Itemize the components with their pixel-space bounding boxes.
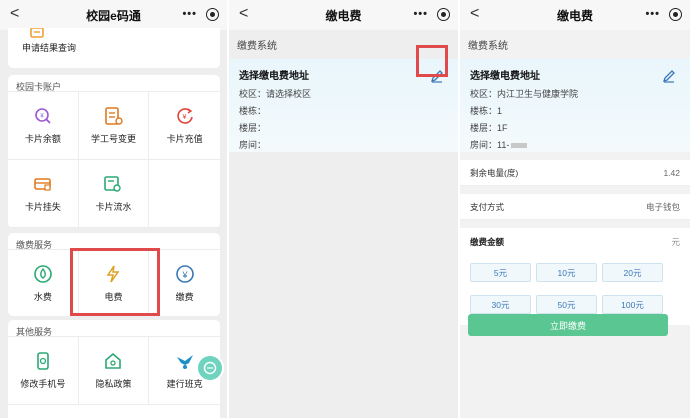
highlight-box [416, 45, 448, 77]
more-icon[interactable]: ••• [182, 8, 197, 20]
privacy-policy-item[interactable]: 隐私政策 [78, 337, 150, 405]
card-lock-icon [34, 178, 51, 191]
payment-method-value: 电子钱包 [645, 201, 680, 212]
amount-option[interactable]: 5元 [470, 263, 531, 282]
bird-icon [176, 355, 193, 369]
address-title: 选择缴电费地址 [470, 71, 540, 82]
page-title: 缴电费 [325, 8, 362, 23]
customer-service-float-icon[interactable] [196, 354, 224, 382]
nav-bar: < 缴电费 ••• [229, 0, 458, 30]
building-field[interactable]: 楼栋：1 [470, 103, 680, 120]
yuan-coin-icon: ¥ [175, 264, 194, 283]
amount-unit: 元 [671, 237, 680, 247]
card-report-loss-item[interactable]: 卡片挂失 [8, 160, 79, 228]
campus-app-panel: < 校园e码通 ••• 申请结果查询 校园卡账户 ¥ 卡片余额 学工号变更 ¥ … [0, 0, 227, 418]
nav-bar: < 校园e码通 ••• [0, 0, 227, 30]
electricity-select-panel: < 缴电费 ••• 缴费系统 选择缴电费地址 校区：请选择校区 楼栋： 楼层： … [229, 0, 458, 418]
room-field[interactable]: 房间： [239, 137, 448, 154]
close-mini-program-icon[interactable] [437, 8, 450, 21]
amount-option[interactable]: 100元 [602, 295, 663, 314]
recharge-icon: ¥ [177, 108, 193, 124]
back-icon[interactable]: < [239, 5, 248, 23]
empty-cell [149, 160, 220, 228]
svg-text:¥: ¥ [182, 114, 186, 121]
close-mini-program-icon[interactable] [669, 8, 682, 21]
svg-text:¥: ¥ [181, 270, 188, 280]
flow-search-icon [104, 176, 122, 192]
water-drop-icon [34, 264, 52, 283]
apply-result-item[interactable]: 申请结果查询 [8, 28, 220, 54]
amount-option[interactable]: 30元 [470, 295, 531, 314]
amount-option[interactable]: 10元 [536, 263, 597, 282]
close-mini-program-icon[interactable] [206, 8, 219, 21]
headset-icon [203, 361, 217, 375]
nav-bar: < 缴电费 ••• [460, 0, 690, 30]
electricity-pay-panel: < 缴电费 ••• 缴费系统 选择缴电费地址 校区：内江卫生与健康学院 楼栋：1… [460, 0, 690, 418]
campus-field[interactable]: 校区：内江卫生与健康学院 [470, 86, 680, 103]
room-field[interactable]: 房间：11- [470, 137, 680, 154]
campus-field[interactable]: 校区：请选择校区 [239, 86, 448, 103]
floor-field[interactable]: 楼层：1F [470, 120, 680, 137]
student-id-change-item[interactable]: 学工号变更 [78, 92, 150, 160]
address-card[interactable]: 选择缴电费地址 校区：内江卫生与健康学院 楼栋：1 楼层：1F 房间：11- [460, 59, 690, 152]
pay-now-button[interactable]: 立即缴费 [468, 314, 668, 336]
amount-option[interactable]: 20元 [602, 263, 663, 282]
water-fee-item[interactable]: 水费 [8, 250, 79, 316]
apply-result-label: 申请结果查询 [22, 43, 77, 53]
remaining-power-row: 剩余电量(度) 1.42 [460, 160, 690, 186]
change-phone-item[interactable]: 修改手机号 [8, 337, 79, 405]
highlight-box [70, 248, 160, 316]
more-icon[interactable]: ••• [645, 8, 660, 20]
building-field[interactable]: 楼栋： [239, 103, 448, 120]
more-icon[interactable]: ••• [413, 8, 428, 20]
amount-title-row: 缴费金额 元 [460, 228, 690, 256]
amount-option[interactable]: 50元 [536, 295, 597, 314]
section-title: 其他服务 [8, 320, 220, 337]
other-services-section: 其他服务 修改手机号 隐私政策 建行班克 [8, 320, 220, 418]
card-balance-item[interactable]: ¥ 卡片余额 [8, 92, 79, 160]
remaining-power-value: 1.42 [663, 167, 680, 178]
svg-text:¥: ¥ [40, 114, 44, 120]
card-account-section: 校园卡账户 ¥ 卡片余额 学工号变更 ¥ 卡片充值 卡片挂失 卡片流水 [8, 75, 220, 228]
floor-field[interactable]: 楼层： [239, 120, 448, 137]
page-title: 缴电费 [556, 8, 593, 23]
edit-pencil-icon[interactable] [662, 69, 676, 83]
back-icon[interactable]: < [470, 5, 479, 23]
back-icon[interactable]: < [10, 5, 19, 23]
search-coin-icon: ¥ [35, 108, 51, 124]
payment-method-row[interactable]: 支付方式 电子钱包 [460, 194, 690, 220]
top-card: 申请结果查询 [8, 28, 220, 68]
document-icon [30, 28, 44, 38]
home-shield-icon [105, 352, 122, 369]
card-recharge-item[interactable]: ¥ 卡片充值 [149, 92, 220, 160]
section-title: 缴费系统 [468, 41, 508, 52]
section-title: 校园卡账户 [8, 75, 220, 92]
page-title: 校园e码通 [86, 8, 141, 23]
phone-icon [37, 352, 49, 370]
card-transactions-item[interactable]: 卡片流水 [78, 160, 150, 228]
redacted-mask [511, 143, 528, 149]
id-doc-icon [105, 107, 124, 125]
